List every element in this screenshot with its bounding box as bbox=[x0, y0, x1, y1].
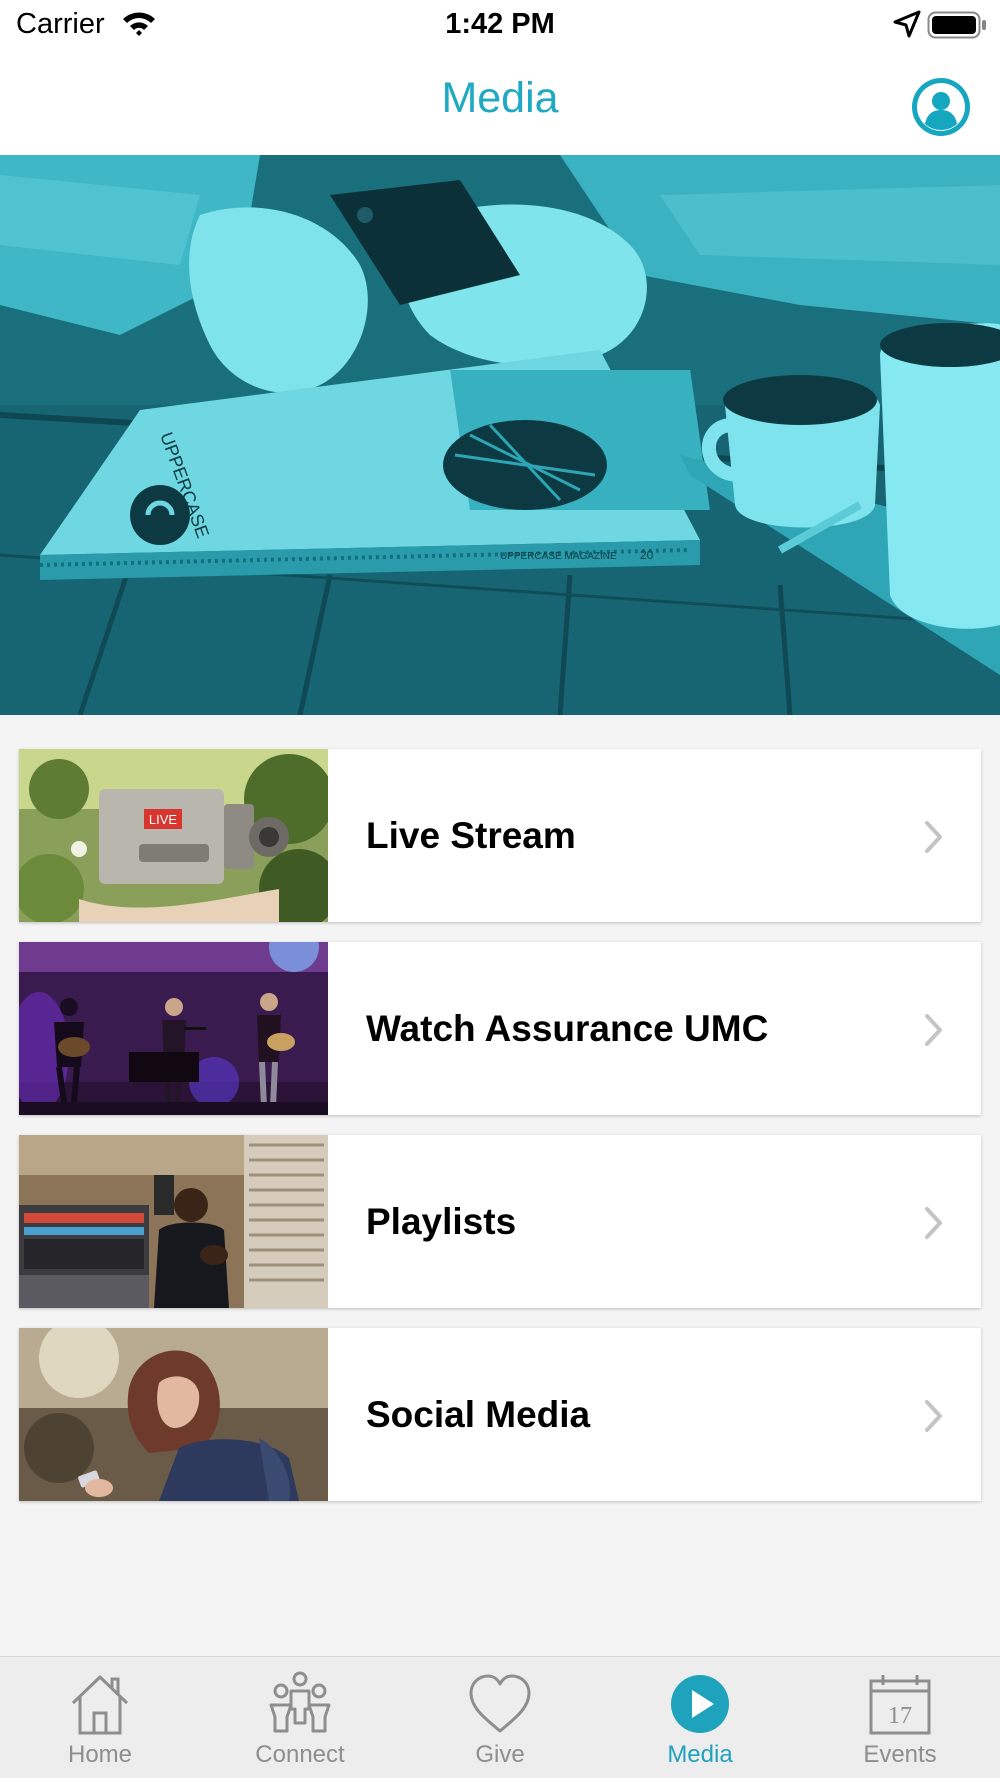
magazine-issue-text: 20 bbox=[640, 548, 654, 562]
magazine-spine-text: UPPERCASE MAGAZINE bbox=[500, 551, 617, 562]
media-item-watch-assurance-umc[interactable]: Watch Assurance UMC bbox=[19, 942, 981, 1115]
tab-give[interactable]: Give bbox=[400, 1657, 600, 1778]
house-icon bbox=[71, 1675, 129, 1735]
live-stream-thumbnail: LIVE bbox=[19, 749, 328, 922]
heart-icon bbox=[469, 1674, 531, 1733]
tab-connect[interactable]: Connect bbox=[200, 1657, 400, 1778]
chevron-right-icon bbox=[925, 1014, 942, 1046]
media-screen: Carrier 1:42 PM Media UPPERCASE UPPERCAS… bbox=[0, 0, 1000, 1778]
play-circle-icon bbox=[671, 1675, 729, 1733]
media-item-social-media[interactable]: Social Media bbox=[19, 1328, 981, 1501]
tab-label: Give bbox=[475, 1741, 525, 1768]
media-item-label: Playlists bbox=[366, 1201, 517, 1242]
media-list: LIVE Live Stream Watch Assurance UMC Pla… bbox=[19, 749, 981, 1521]
media-item-label: Watch Assurance UMC bbox=[366, 1008, 769, 1049]
location-arrow-icon bbox=[893, 10, 921, 38]
clock: 1:42 PM bbox=[445, 8, 555, 40]
profile-button[interactable] bbox=[912, 78, 970, 136]
media-item-label: Social Media bbox=[366, 1394, 591, 1435]
calendar-day: 17 bbox=[888, 1703, 912, 1729]
tab-label: Connect bbox=[255, 1741, 345, 1768]
tab-media[interactable]: Media bbox=[600, 1657, 800, 1778]
chevron-right-icon bbox=[925, 1207, 942, 1239]
media-item-live-stream[interactable]: LIVE Live Stream bbox=[19, 749, 981, 922]
tab-label: Media bbox=[667, 1741, 733, 1768]
user-avatar-icon bbox=[917, 83, 965, 131]
playlists-thumbnail bbox=[19, 1135, 328, 1308]
media-item-label: Live Stream bbox=[366, 815, 576, 856]
hero-image: UPPERCASE UPPERCASE MAGAZINE 20 bbox=[0, 155, 1000, 715]
battery-icon bbox=[927, 11, 986, 39]
tab-events[interactable]: 17 Events bbox=[800, 1657, 1000, 1778]
media-item-playlists[interactable]: Playlists bbox=[19, 1135, 981, 1308]
chevron-right-icon bbox=[925, 1400, 942, 1432]
hero-illustration: UPPERCASE UPPERCASE MAGAZINE 20 bbox=[0, 155, 1000, 715]
tab-label: Events bbox=[863, 1741, 937, 1768]
tab-bar: Home Connect Give Media 17 Events bbox=[0, 1656, 1000, 1778]
calendar-icon: 17 bbox=[869, 1675, 931, 1735]
navigation-bar: Media bbox=[0, 50, 1000, 155]
chevron-right-icon bbox=[925, 821, 942, 853]
tab-home[interactable]: Home bbox=[0, 1657, 200, 1778]
social-media-thumbnail bbox=[19, 1328, 328, 1501]
live-badge: LIVE bbox=[149, 812, 178, 827]
people-icon bbox=[269, 1671, 331, 1733]
page-title: Media bbox=[441, 74, 559, 122]
watch-assurance-umc-thumbnail bbox=[19, 942, 328, 1115]
tab-label: Home bbox=[67, 1741, 133, 1768]
status-bar: Carrier 1:42 PM bbox=[0, 0, 1000, 50]
